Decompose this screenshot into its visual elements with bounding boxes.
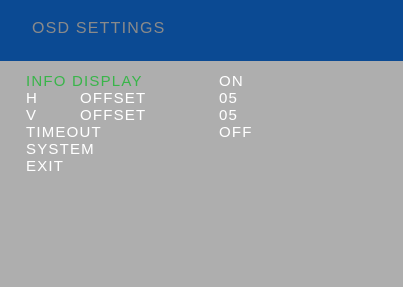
- menu-item-system[interactable]: SYSTEM: [26, 141, 366, 158]
- menu-item-label: TIMEOUT: [26, 124, 102, 141]
- menu-item-value: OFF: [219, 124, 253, 141]
- osd-header: OSD SETTINGS: [0, 0, 403, 61]
- menu-item-value: ON: [219, 73, 244, 90]
- menu-item-v-offset[interactable]: V OFFSET 05: [26, 107, 366, 124]
- menu-item-value: 05: [219, 107, 239, 124]
- osd-menu-list: INFO DISPLAY ON H OFFSET 05 V OFFSET 05 TI…: [26, 73, 366, 175]
- menu-item-label-group: V OFFSET: [26, 107, 146, 124]
- menu-item-label: OFFSET: [80, 107, 147, 124]
- osd-menu-panel: OSD SETTINGS INFO DISPLAY ON H OFFSET 05 …: [0, 0, 403, 287]
- osd-title: OSD SETTINGS: [32, 20, 166, 37]
- menu-item-h-offset[interactable]: H OFFSET 05: [26, 90, 366, 107]
- menu-item-label: INFO DISPLAY: [26, 73, 143, 90]
- menu-item-label: SYSTEM: [26, 141, 95, 158]
- menu-item-value: 05: [219, 90, 239, 107]
- menu-item-info-display[interactable]: INFO DISPLAY ON: [26, 73, 366, 90]
- menu-item-timeout[interactable]: TIMEOUT OFF: [26, 124, 366, 141]
- menu-item-label-group: H OFFSET: [26, 90, 146, 107]
- menu-item-label: OFFSET: [80, 90, 147, 107]
- menu-item-exit[interactable]: EXIT: [26, 158, 366, 175]
- menu-item-prefix: H: [26, 90, 39, 107]
- menu-item-prefix: V: [26, 107, 38, 124]
- menu-item-label: EXIT: [26, 158, 65, 175]
